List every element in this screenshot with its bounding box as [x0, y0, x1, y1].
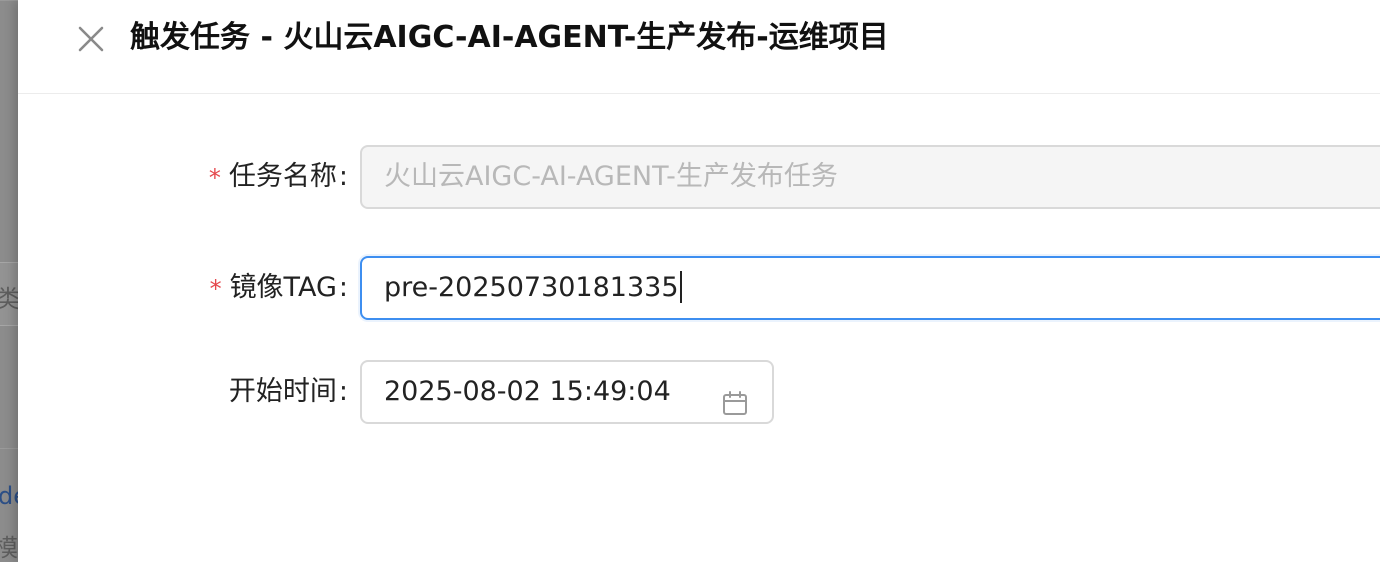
trigger-task-drawer: 触发任务 - 火山云AIGC-AI-AGENT-生产发布-运维项目 * 任务名称:…	[18, 0, 1380, 562]
backdrop-text-type: 类型	[0, 285, 18, 313]
start-time-value: 2025-08-02 15:49:04	[384, 376, 671, 407]
start-time-row: 开始时间: 2025-08-02 15:49:04	[18, 360, 1380, 424]
start-time-picker[interactable]: 2025-08-02 15:49:04	[360, 360, 774, 424]
image-tag-label-text: 镜像TAG	[229, 272, 337, 303]
backdrop-divider	[0, 0, 18, 1]
task-name-value: 火山云AIGC-AI-AGENT-生产发布任务	[384, 161, 838, 192]
page-backdrop: 类型 de 模板	[0, 0, 18, 562]
text-caret	[679, 270, 682, 303]
start-time-label: 开始时间:	[229, 360, 348, 424]
backdrop-text-template: 模板	[0, 534, 18, 562]
task-name-row: * 任务名称: 火山云AIGC-AI-AGENT-生产发布任务	[18, 145, 1380, 209]
label-colon: :	[338, 376, 348, 407]
start-time-label-text: 开始时间	[228, 376, 337, 407]
label-colon: :	[338, 272, 348, 303]
task-name-label-text: 任务名称	[228, 161, 337, 192]
backdrop-divider	[0, 448, 18, 449]
image-tag-row: * 镜像TAG: pre-20250730181335	[18, 256, 1380, 320]
image-tag-label: * 镜像TAG:	[210, 256, 348, 320]
backdrop-filter-field: 类型	[0, 262, 18, 326]
task-name-input[interactable]: 火山云AIGC-AI-AGENT-生产发布任务	[360, 145, 1380, 209]
image-tag-input[interactable]: pre-20250730181335	[360, 256, 1380, 320]
drawer-title: 触发任务 - 火山云AIGC-AI-AGENT-生产发布-运维项目	[130, 20, 889, 55]
required-mark: *	[209, 275, 222, 303]
required-mark: *	[208, 164, 221, 192]
task-name-label: * 任务名称:	[209, 145, 348, 209]
close-icon[interactable]	[74, 22, 108, 56]
backdrop-link-fragment: de	[0, 482, 18, 510]
drawer-header: 触发任务 - 火山云AIGC-AI-AGENT-生产发布-运维项目	[18, 0, 1380, 94]
image-tag-value: pre-20250730181335	[384, 272, 679, 303]
label-colon: :	[338, 161, 348, 192]
calendar-icon[interactable]	[722, 379, 748, 415]
